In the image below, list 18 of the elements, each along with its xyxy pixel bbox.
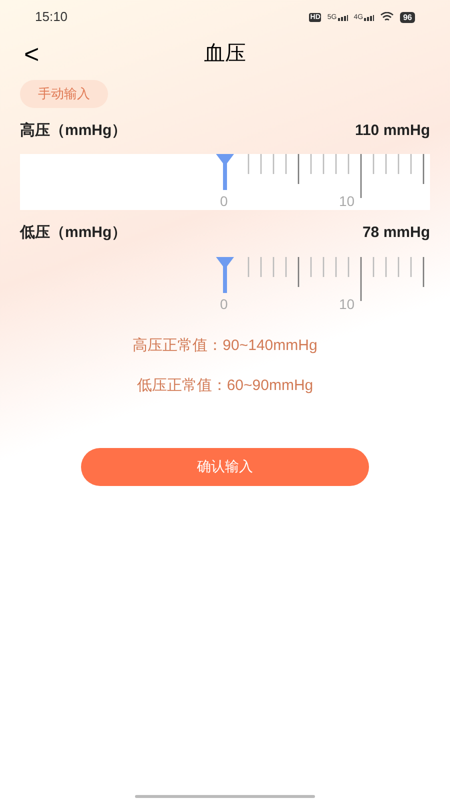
ruler-label: 10: [339, 294, 355, 314]
measurement-reading: 110 mmHg: [354, 120, 430, 140]
status-time: 15:10: [35, 8, 68, 26]
normal-range-text: 高压正常值：90~140mmHg: [132, 336, 318, 356]
page-title: 血压: [204, 41, 246, 68]
back-button[interactable]: <: [24, 41, 40, 67]
measurement-reading: 78 mmHg: [362, 223, 430, 243]
battery-level: 96: [400, 12, 415, 22]
mode-tag[interactable]: 手动输入: [20, 80, 108, 108]
ruler-scale[interactable]: 0 10: [20, 256, 430, 312]
measurement-label: 低压（mmHg）: [20, 223, 127, 243]
ruler-label: 0: [220, 294, 228, 314]
normal-range-text: 低压正常值：60~90mmHg: [136, 376, 314, 396]
ruler-scale[interactable]: 0 10: [20, 154, 430, 210]
measurement-label: 高压（mmHg）: [20, 120, 127, 140]
confirm-button[interactable]: 确认输入: [81, 448, 369, 486]
ruler-label: 10: [339, 192, 355, 211]
ruler-label: 0: [220, 192, 228, 211]
